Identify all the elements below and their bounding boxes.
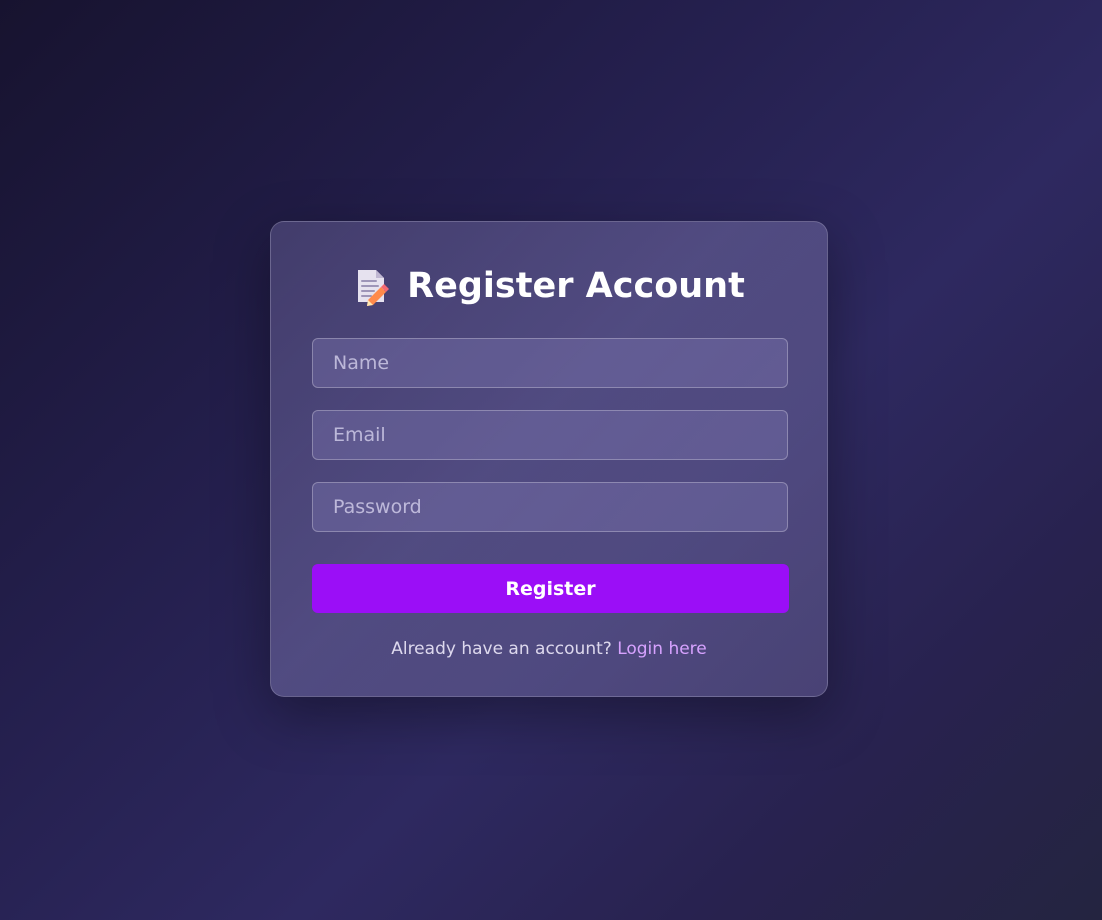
email-input[interactable] [312, 410, 788, 460]
login-prompt: Already have an account? Login here [271, 637, 827, 661]
register-heading: Register Account [271, 264, 827, 308]
login-prompt-text: Already have an account? [391, 639, 618, 659]
name-input[interactable] [312, 338, 788, 388]
registration-page: Register Account Register Already have a… [0, 0, 1102, 920]
memo-pencil-icon [353, 266, 390, 306]
password-input[interactable] [312, 482, 788, 532]
register-card: Register Account Register Already have a… [270, 221, 828, 697]
login-link[interactable]: Login here [617, 639, 707, 659]
register-button[interactable]: Register [312, 564, 789, 613]
page-title: Register Account [407, 266, 745, 306]
